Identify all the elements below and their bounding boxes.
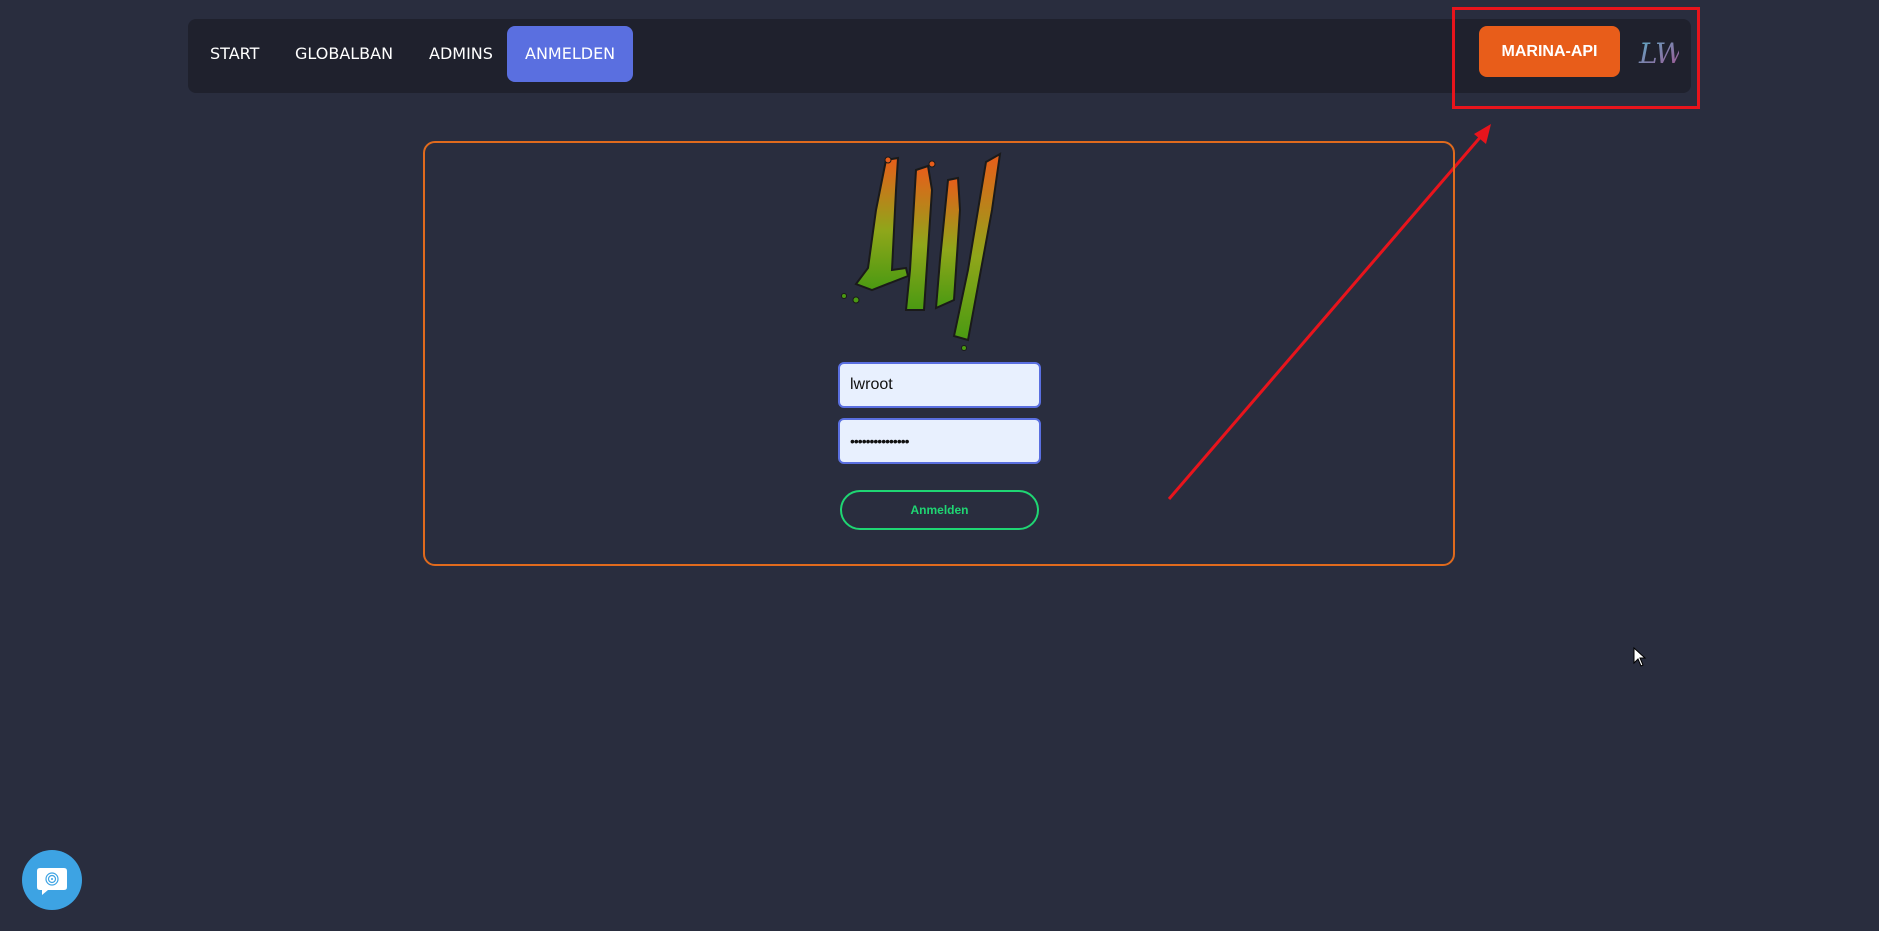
- nav-item-admins[interactable]: ADMINS: [411, 26, 511, 82]
- site-logo-icon[interactable]: LW: [1635, 33, 1679, 71]
- lw-logo-icon: LW: [836, 150, 1002, 351]
- svg-text:LW: LW: [836, 150, 837, 151]
- nav-item-anmelden[interactable]: ANMELDEN: [507, 26, 634, 82]
- password-input[interactable]: •••••••••••••••: [838, 418, 1041, 464]
- login-submit-button[interactable]: Anmelden: [840, 490, 1039, 530]
- nav-item-globalban[interactable]: GLOBALBAN: [277, 26, 411, 82]
- mouse-pointer-icon: [1633, 647, 1647, 667]
- svg-text:LW: LW: [1638, 37, 1679, 70]
- fingerprint-chat-icon: [37, 868, 67, 895]
- marina-api-button[interactable]: MARINA-API: [1479, 26, 1620, 77]
- nav-item-start[interactable]: START: [192, 26, 277, 82]
- chat-widget-button[interactable]: [22, 850, 82, 910]
- username-input[interactable]: lwroot: [838, 362, 1041, 408]
- top-navbar: START GLOBALBAN ADMINS ANMELDEN MARINA-A…: [188, 19, 1691, 93]
